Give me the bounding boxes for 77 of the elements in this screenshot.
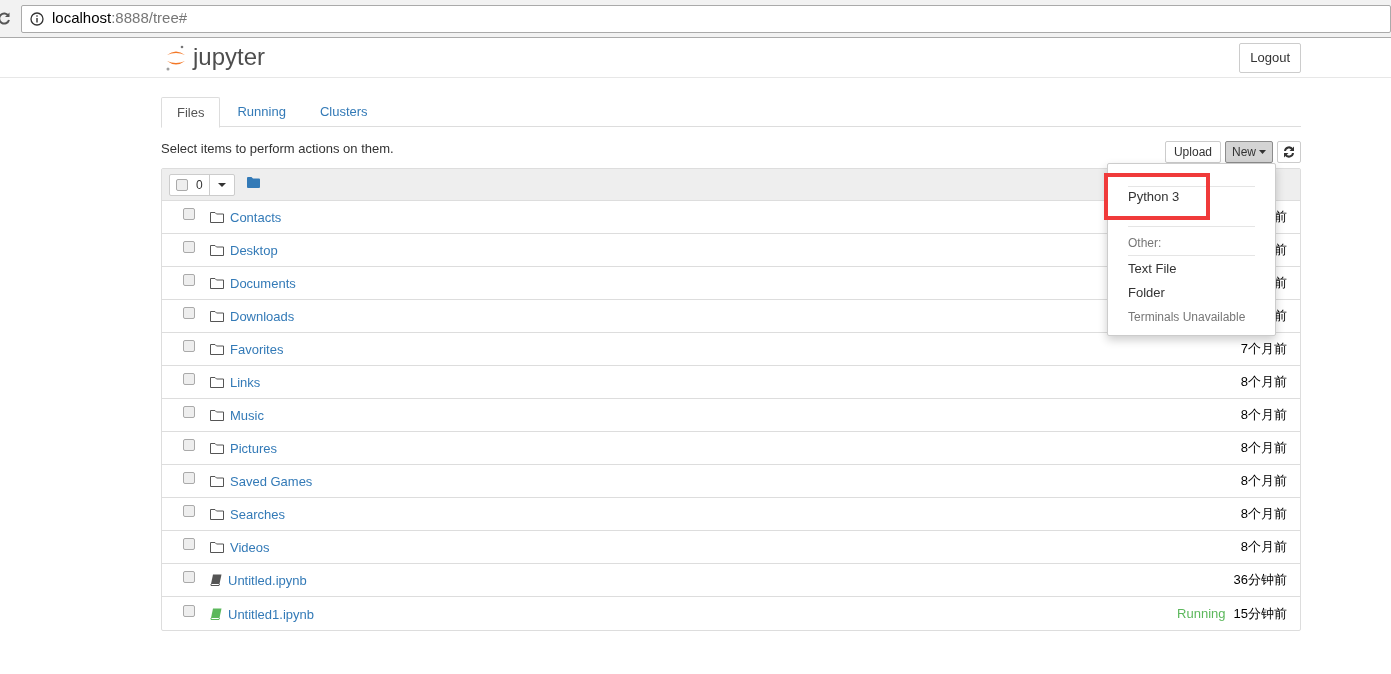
folder-icon[interactable] xyxy=(246,177,260,188)
file-link[interactable]: Pictures xyxy=(230,439,277,459)
book-icon xyxy=(210,607,222,620)
folder-icon xyxy=(210,442,224,454)
folder-icon xyxy=(210,376,224,388)
folder-icon xyxy=(210,244,224,256)
menu-header: Other: xyxy=(1128,235,1163,252)
tab[interactable]: Files xyxy=(161,97,221,128)
file-link[interactable]: Downloads xyxy=(230,307,295,327)
modified-time: 7个月前 xyxy=(1240,340,1287,359)
refresh-button[interactable] xyxy=(1277,140,1301,163)
checkbox[interactable] xyxy=(183,340,195,352)
book-icon xyxy=(210,574,222,586)
select-all-control[interactable]: 0 xyxy=(169,173,235,196)
folder-icon xyxy=(210,211,224,223)
file-link[interactable]: Favorites xyxy=(230,340,284,360)
checkbox[interactable] xyxy=(183,571,195,583)
modified-time: 8个月前 xyxy=(1240,505,1287,524)
checkbox[interactable] xyxy=(183,208,195,220)
caret-icon xyxy=(1259,149,1266,154)
file-link[interactable]: Videos xyxy=(230,538,270,558)
file-link[interactable]: Untitled.ipynb xyxy=(228,571,307,591)
logout-button[interactable]: Logout xyxy=(1239,42,1301,73)
menu-item[interactable]: Folder xyxy=(1128,281,1255,305)
checkbox[interactable] xyxy=(183,505,195,517)
checkbox[interactable] xyxy=(183,604,195,617)
modified-time: 15分钟前 xyxy=(1233,604,1287,623)
url-text: localhost:8888/tree# xyxy=(52,8,188,29)
file-link[interactable]: Links xyxy=(230,373,261,393)
modified-time: 8个月前 xyxy=(1240,406,1287,425)
file-link[interactable]: Untitled1.ipynb xyxy=(228,604,314,625)
checkbox[interactable] xyxy=(183,241,195,253)
modified-time: 8个月前 xyxy=(1240,439,1287,458)
modified-time: 前 xyxy=(1274,307,1287,326)
checkbox[interactable] xyxy=(183,406,195,418)
modified-time: 36分钟前 xyxy=(1233,571,1287,590)
folder-icon xyxy=(210,277,224,289)
file-link[interactable]: Documents xyxy=(230,274,296,294)
instructions-text: Select items to perform actions on them. xyxy=(161,140,394,159)
tab[interactable]: Running xyxy=(220,97,303,127)
running-status: Running xyxy=(1177,604,1226,623)
folder-icon xyxy=(210,541,224,553)
checkbox[interactable] xyxy=(183,307,195,319)
checkbox[interactable] xyxy=(183,274,195,286)
reload-icon[interactable] xyxy=(0,11,11,26)
modified-time: 前 xyxy=(1274,208,1287,227)
address-field[interactable]: localhost:8888/tree# xyxy=(21,4,1391,33)
modified-time: 8个月前 xyxy=(1240,538,1287,557)
info-icon xyxy=(30,11,44,26)
checkbox[interactable] xyxy=(176,178,188,191)
modified-time: 前 xyxy=(1274,274,1287,293)
modified-time: 8个月前 xyxy=(1240,373,1287,392)
caret-icon xyxy=(217,182,226,187)
checkbox[interactable] xyxy=(183,373,195,385)
modified-time: 前 xyxy=(1274,241,1287,260)
file-link[interactable]: Contacts xyxy=(230,208,282,228)
new-button[interactable]: New xyxy=(1225,140,1273,163)
menu-item[interactable]: Python 3 xyxy=(1104,173,1210,220)
checkbox[interactable] xyxy=(183,439,195,451)
file-link[interactable]: Searches xyxy=(230,505,285,525)
checkbox[interactable] xyxy=(183,472,195,484)
tab[interactable]: Clusters xyxy=(302,97,385,127)
folder-icon xyxy=(210,409,224,421)
modified-time: 8个月前 xyxy=(1240,472,1287,491)
selected-count: 0 xyxy=(196,176,203,194)
folder-icon xyxy=(210,508,224,520)
file-link[interactable]: Music xyxy=(230,406,264,426)
upload-button[interactable]: Upload xyxy=(1164,140,1221,163)
refresh-icon xyxy=(1283,145,1295,158)
file-link[interactable]: Desktop xyxy=(230,241,278,261)
folder-icon xyxy=(210,343,224,355)
file-link[interactable]: Saved Games xyxy=(230,472,313,492)
jupyter-logo[interactable]: jupyter xyxy=(165,43,266,72)
menu-item[interactable]: Text File xyxy=(1128,257,1255,281)
folder-icon xyxy=(210,475,224,487)
folder-icon xyxy=(210,310,224,322)
checkbox[interactable] xyxy=(183,538,195,550)
